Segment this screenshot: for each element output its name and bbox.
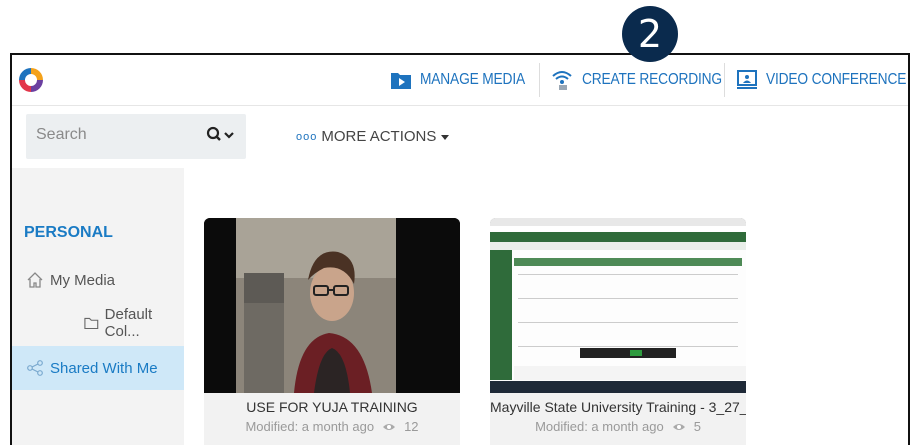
nav-manage-media[interactable]: MANAGE MEDIA xyxy=(390,55,542,105)
step-number-badge: 2 xyxy=(622,6,678,62)
sidebar-item-my-media[interactable]: My Media xyxy=(12,258,198,302)
media-card[interactable]: Mayville State University Training - 3_2… xyxy=(490,218,746,445)
search-input[interactable]: Search xyxy=(26,114,246,159)
toolbar: Search ooo MORE ACTIONS xyxy=(12,106,908,168)
top-navigation-bar: MANAGE MEDIA CREATE RECORDING VIDEO CONF… xyxy=(12,55,908,106)
media-meta: Modified: a month ago 5 xyxy=(490,419,746,434)
sidebar-item-shared-with-me[interactable]: Shared With Me xyxy=(12,346,184,390)
media-modified: Modified: a month ago xyxy=(535,419,664,434)
sidebar-item-label: Shared With Me xyxy=(50,359,158,377)
nav-divider xyxy=(724,63,725,97)
nav-manage-media-label: MANAGE MEDIA xyxy=(420,71,525,88)
sidebar-item-default-collection[interactable]: Default Col... xyxy=(12,301,184,345)
nav-video-conference-label: VIDEO CONFERENCE xyxy=(766,71,907,88)
search-placeholder: Search xyxy=(36,126,87,143)
media-thumbnail[interactable] xyxy=(490,218,746,393)
play-folder-icon xyxy=(391,73,411,89)
media-views: 5 xyxy=(693,419,701,434)
nav-divider xyxy=(539,63,540,97)
media-meta: Modified: a month ago 12 xyxy=(204,419,460,434)
nav-video-conference[interactable]: VIDEO CONFERENCE xyxy=(736,55,908,105)
more-actions-label: MORE ACTIONS xyxy=(321,128,437,145)
yuja-logo-icon[interactable] xyxy=(16,65,46,95)
more-dots-icon: ooo xyxy=(296,130,318,143)
sidebar-section-title: PERSONAL xyxy=(24,224,113,241)
caret-down-icon xyxy=(441,134,450,140)
media-thumbnail[interactable] xyxy=(204,218,460,393)
home-icon xyxy=(27,272,43,288)
media-card-info: Mayville State University Training - 3_2… xyxy=(490,393,746,445)
more-actions-button[interactable]: ooo MORE ACTIONS xyxy=(296,128,450,145)
share-icon xyxy=(27,360,43,376)
sidebar-item-label: My Media xyxy=(50,271,116,289)
video-thumbnail-image xyxy=(490,218,746,393)
broadcast-icon xyxy=(552,71,572,90)
media-card-info: USE FOR YUJA TRAINING Modified: a month … xyxy=(204,393,460,445)
video-thumbnail-image xyxy=(204,218,460,393)
nav-create-recording[interactable]: CREATE RECORDING xyxy=(550,55,745,105)
folder-icon xyxy=(84,317,99,330)
nav-create-recording-label: CREATE RECORDING xyxy=(582,71,722,88)
media-title[interactable]: Mayville State University Training - 3_2… xyxy=(490,399,746,415)
eye-icon xyxy=(383,423,396,430)
sidebar: PERSONAL My Media Default Col... Shared … xyxy=(12,168,184,445)
media-title[interactable]: USE FOR YUJA TRAINING xyxy=(204,399,460,415)
sidebar-item-label: Default Col... xyxy=(104,306,153,340)
eye-icon xyxy=(672,423,685,430)
media-modified: Modified: a month ago xyxy=(245,419,375,434)
media-grid: USE FOR YUJA TRAINING Modified: a month … xyxy=(184,168,908,445)
media-card[interactable]: USE FOR YUJA TRAINING Modified: a month … xyxy=(204,218,460,445)
search-dropdown-icon[interactable] xyxy=(206,125,236,145)
presentation-icon xyxy=(737,70,757,89)
media-views: 12 xyxy=(404,419,419,434)
app-window: MANAGE MEDIA CREATE RECORDING VIDEO CONF… xyxy=(10,53,910,445)
